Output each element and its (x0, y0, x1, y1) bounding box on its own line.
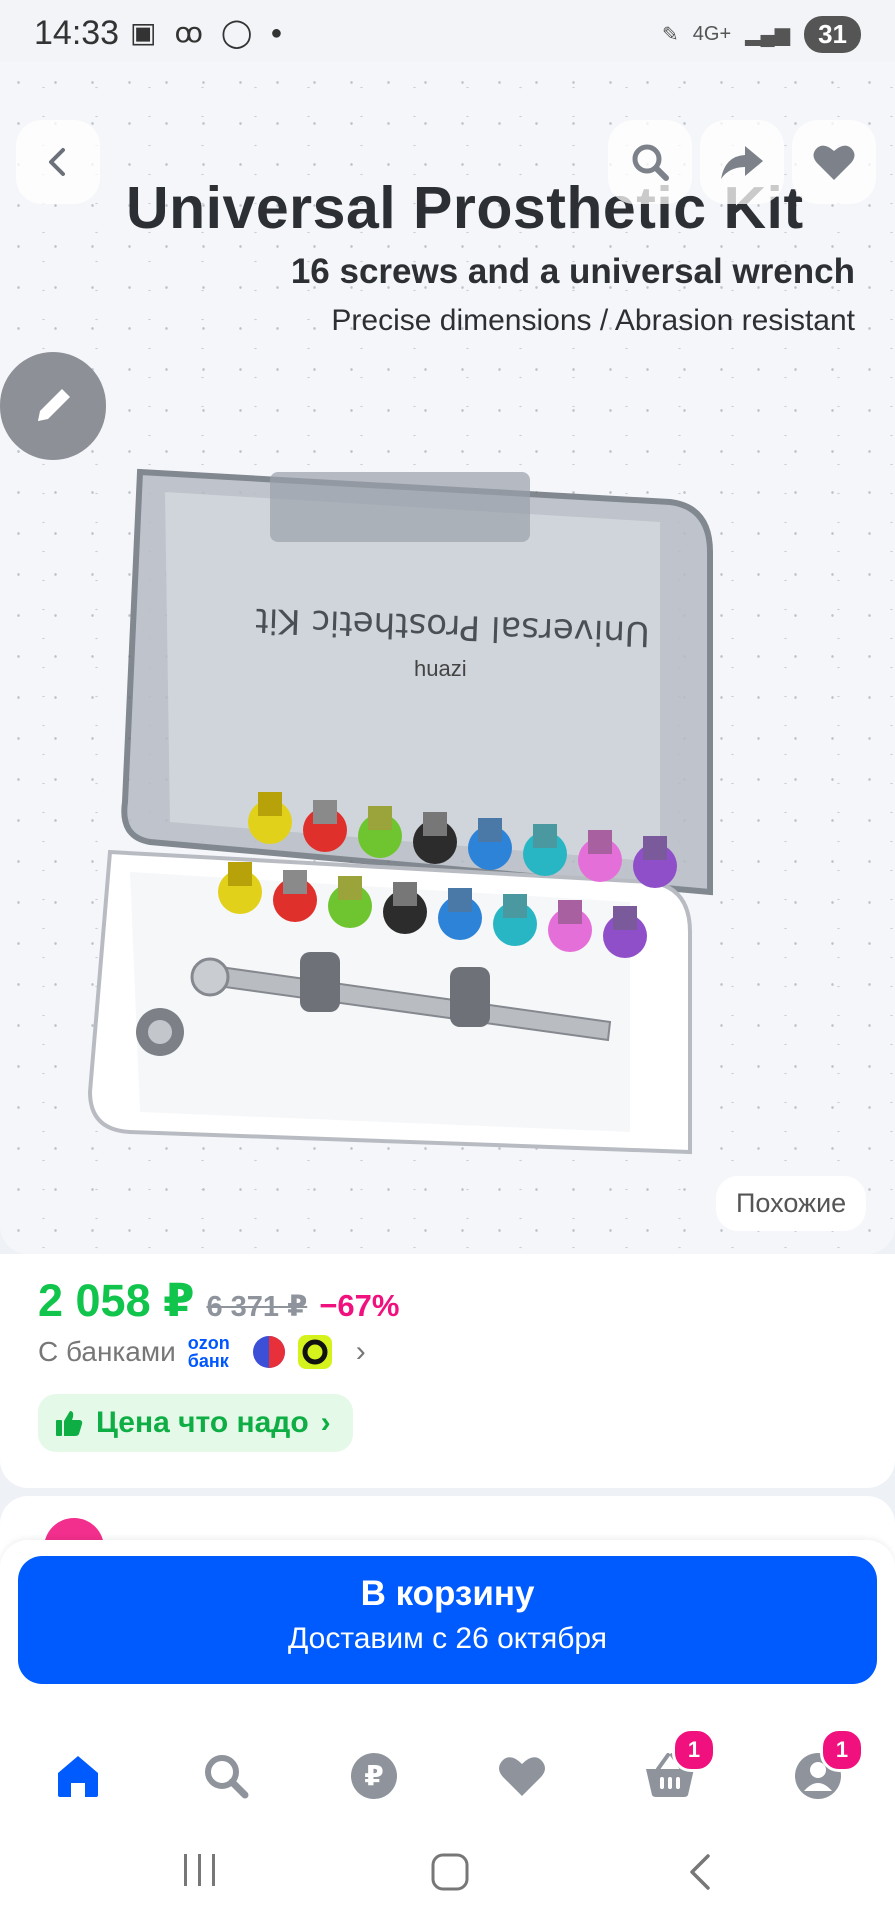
odnoklassniki-icon: ꝏ (174, 17, 203, 48)
nav-favorites[interactable] (492, 1746, 552, 1806)
price-old: 6 371 ₽ (206, 1291, 308, 1323)
image-watermark: huazi (414, 656, 467, 681)
pen-icon: ✎ (662, 24, 679, 46)
favorite-button[interactable] (792, 120, 876, 204)
home-square-icon (431, 1853, 469, 1891)
battery-indicator: 31 (804, 16, 861, 53)
delivery-date: Доставим с 26 октября (287, 1622, 608, 1655)
status-notification-icons: ▣ ꝏ ◯ ● (130, 18, 282, 48)
kit-features: Precise dimensions / Abrasion resistant (331, 304, 855, 337)
price-card: 2 058 ₽ 6 371 ₽ −67% С банками ozon банк… (0, 1254, 895, 1488)
chevron-right-icon: › (355, 1335, 366, 1368)
add-to-cart-button[interactable]: В корзину Доставим с 26 октября (18, 1556, 877, 1684)
heart-icon (499, 1757, 545, 1796)
nav-home[interactable] (48, 1746, 108, 1806)
kit-subtitle: 16 screws and a universal wrench (290, 252, 855, 291)
back-chevron-icon (690, 1854, 710, 1890)
back-system-button[interactable] (686, 1852, 716, 1892)
prosthetic-kit-illustration: Universal Prosthetic Kit (87, 468, 713, 1155)
pencil-icon (38, 389, 70, 421)
back-button[interactable] (16, 120, 100, 204)
banks-label: С банками (38, 1336, 176, 1367)
ozon-bank-logo: ozon банк (187, 1333, 230, 1371)
bottom-navigation: ₽ 1 1 (0, 1722, 895, 1822)
price-row: 2 058 ₽ 6 371 ₽ −67% (38, 1274, 399, 1327)
nav-cart[interactable]: 1 (640, 1728, 716, 1806)
share-arrow-icon (721, 146, 763, 179)
thumbs-up-icon (56, 1411, 83, 1436)
bank-logo-green-icon (297, 1335, 332, 1369)
add-to-cart-label: В корзину (360, 1574, 535, 1613)
share-button[interactable] (700, 120, 784, 204)
nav-profile[interactable]: 1 (788, 1728, 864, 1806)
status-system-icons: ✎ 4G+ ▂▄▆ 31 (662, 16, 861, 53)
network-type: 4G+ (692, 23, 732, 45)
sync-icon: ◯ (221, 17, 253, 48)
ruble-icon: ₽ (351, 1753, 397, 1799)
chevron-left-icon (49, 148, 65, 176)
home-system-button[interactable] (430, 1852, 470, 1892)
product-image-gallery[interactable]: Universal Prosthetic Kit 16 screws and a… (0, 62, 895, 1254)
good-price-label: Цена что надо (96, 1406, 309, 1439)
edit-button[interactable] (0, 352, 106, 460)
price-current: 2 058 ₽ (38, 1275, 195, 1326)
recent-apps-icon (184, 1854, 215, 1886)
search-button[interactable] (608, 120, 692, 204)
system-navigation-bar (0, 1822, 895, 1920)
home-icon (58, 1756, 98, 1797)
add-to-cart-panel: В корзину Доставим с 26 октября (0, 1540, 895, 1722)
recent-apps-button[interactable] (180, 1852, 220, 1888)
status-time: 14:33 (34, 14, 120, 52)
search-icon (205, 1755, 249, 1799)
status-bar: 14:33 ▣ ꝏ ◯ ● ✎ 4G+ ▂▄▆ 31 (0, 0, 895, 66)
screenshot-icon: ▣ (130, 17, 157, 48)
good-price-badge[interactable]: Цена что надо › (38, 1394, 353, 1452)
profile-notification-badge: 1 (820, 1728, 864, 1772)
bank-offers-row[interactable]: С банками ozon банк › (38, 1334, 366, 1370)
nav-finance[interactable]: ₽ (344, 1746, 404, 1806)
similar-button[interactable]: Похожие (716, 1176, 867, 1231)
cart-count-badge: 1 (672, 1728, 716, 1772)
bank-logo-icon (252, 1336, 285, 1368)
signal-icon: ▂▄▆ (745, 24, 791, 46)
nav-search[interactable] (196, 1746, 256, 1806)
search-icon (632, 144, 669, 181)
chevron-right-icon: › (320, 1406, 331, 1439)
discount-badge: −67% (319, 1288, 400, 1323)
dot-icon: ● (270, 22, 283, 44)
heart-icon (813, 145, 855, 180)
svg-text:₽: ₽ (364, 1759, 383, 1792)
